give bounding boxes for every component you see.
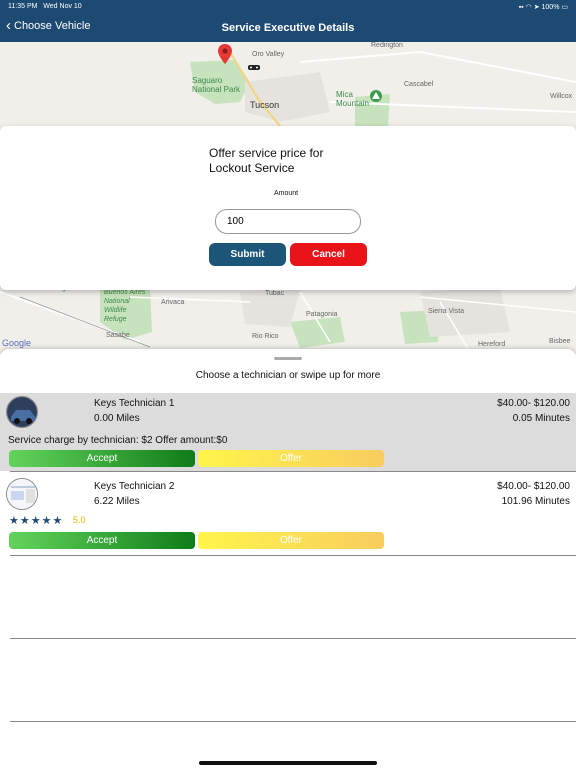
rating-value: 5.0 <box>73 515 86 525</box>
status-bar: 11:35 PM Wed Nov 10 ▪▪ ◠ ➤ 100% ▭ <box>0 0 576 14</box>
technician-name: Keys Technician 1 <box>94 398 175 409</box>
accept-button[interactable]: Accept <box>9 450 195 467</box>
home-indicator[interactable] <box>199 761 377 765</box>
page-title: Service Executive Details <box>221 22 355 34</box>
status-icons: ▪▪ ◠ ➤ 100% ▭ <box>519 3 568 11</box>
drag-handle[interactable] <box>274 357 302 360</box>
offer-button[interactable]: Offer <box>198 532 384 549</box>
top-bar: 11:35 PM Wed Nov 10 ▪▪ ◠ ➤ 100% ▭ ‹ Choo… <box>0 0 576 42</box>
dialog-title: Offer service price for Lockout Service <box>209 146 324 175</box>
map-label-sierra-vista: Sierra Vista <box>428 308 465 315</box>
technician-card[interactable]: Keys Technician 2 6.22 Miles $40.00- $12… <box>0 474 576 554</box>
map-label-rio-rico: Rio Rico <box>252 333 279 340</box>
map-label-patagonia: Patagonia <box>306 311 338 318</box>
technician-distance: 6.22 Miles <box>94 496 140 507</box>
divider <box>10 721 576 722</box>
eta: 0.05 Minutes <box>512 413 570 424</box>
eta: 101.96 Minutes <box>501 496 570 507</box>
wifi-icon: ◠ <box>525 4 532 11</box>
map-label-mica-mountain: Mica Mountain <box>336 90 369 108</box>
divider <box>10 471 576 472</box>
amount-input[interactable] <box>215 209 361 234</box>
battery-icon: ▭ <box>561 4 568 11</box>
car-avatar-icon <box>7 397 37 427</box>
divider <box>10 638 576 639</box>
avatar <box>6 396 38 428</box>
map-label-saguaro: Saguaro National Park <box>192 76 241 94</box>
technician-avatar-icon <box>7 479 37 509</box>
map-label-tucson: Tucson <box>250 100 280 110</box>
technician-name: Keys Technician 2 <box>94 481 175 492</box>
map-label-redington: Redington <box>371 42 403 49</box>
price-range: $40.00- $120.00 <box>497 481 570 492</box>
submit-button[interactable]: Submit <box>209 243 286 266</box>
offer-button[interactable]: Offer <box>198 450 384 467</box>
technician-card[interactable]: Keys Technician 1 0.00 Miles $40.00- $12… <box>0 393 576 471</box>
service-charge-text: Service charge by technician: $2 Offer a… <box>8 435 228 446</box>
map-label-arivaca: Arivaca <box>161 299 185 306</box>
google-logo[interactable]: Google <box>2 338 31 348</box>
sheet-hint: Choose a technician or swipe up for more <box>195 370 381 381</box>
map-label-cascabel: Cascabel <box>404 81 434 88</box>
location-icon: ➤ <box>533 4 540 11</box>
battery-level: 100% <box>541 4 560 11</box>
divider <box>10 555 576 556</box>
map-label-buenos-aires: Buenos Aires National Wildlife Refuge <box>104 289 146 323</box>
park-marker-icon <box>370 90 382 102</box>
map-label-bisbee: Bisbee <box>549 338 571 345</box>
map-label-oro-valley: Oro Valley <box>252 51 285 58</box>
map-label-hereford: Hereford <box>478 341 506 348</box>
signal-icon: ▪▪ <box>518 4 524 11</box>
amount-label: Amount <box>274 190 299 197</box>
avatar <box>6 478 38 510</box>
map-label-sasabe: Sasabe <box>106 332 130 339</box>
offer-price-dialog: Offer service price for Lockout Service … <box>0 126 576 290</box>
car-marker-icon[interactable] <box>248 64 260 71</box>
cancel-button[interactable]: Cancel <box>290 243 367 266</box>
technician-distance: 0.00 Miles <box>94 413 140 424</box>
star-rating-icon: ★★★★★ <box>9 515 64 527</box>
accept-button[interactable]: Accept <box>9 532 195 549</box>
status-time: 11:35 PM Wed Nov 10 <box>8 3 82 10</box>
location-pin-icon[interactable] <box>218 44 232 64</box>
technician-sheet[interactable]: Choose a technician or swipe up for more… <box>0 349 576 768</box>
price-range: $40.00- $120.00 <box>497 398 570 409</box>
map-label-tubac: Tubac <box>265 290 285 297</box>
map-label-willcox: Willcox <box>550 93 573 100</box>
